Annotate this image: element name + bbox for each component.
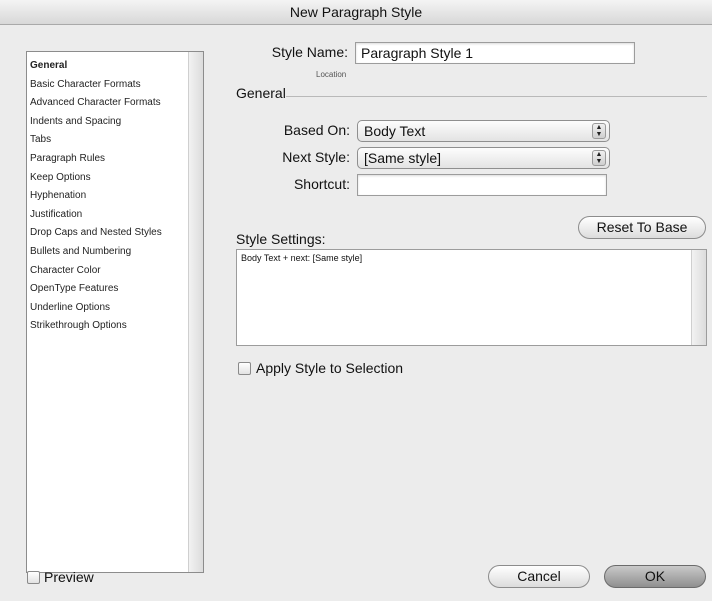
sidebar-item[interactable]: Indents and Spacing <box>30 113 203 132</box>
cancel-button[interactable]: Cancel <box>488 565 590 588</box>
sidebar-item[interactable]: Underline Options <box>30 299 203 318</box>
style-settings-text: Body Text + next: [Same style] <box>241 253 363 263</box>
category-list[interactable]: General Basic Character Formats Advanced C… <box>26 51 204 573</box>
next-style-value: [Same style] <box>364 150 442 166</box>
category-list-items: General Basic Character Formats Advanced C… <box>27 52 203 336</box>
based-on-label: Based On: <box>283 122 350 138</box>
apply-style-label: Apply Style to Selection <box>256 360 404 376</box>
window-titlebar: New Paragraph Style <box>0 0 712 25</box>
reset-to-base-button[interactable]: Reset To Base <box>578 216 706 239</box>
section-title: General <box>236 85 286 101</box>
select-arrows-icon: ▲ ▼ <box>592 123 606 139</box>
sidebar-item[interactable]: OpenType Features <box>30 280 203 299</box>
section-divider <box>286 96 707 97</box>
style-settings-scrollbar[interactable] <box>691 250 706 345</box>
category-list-scrollbar[interactable] <box>188 52 203 572</box>
sidebar-item[interactable]: Character Color <box>30 262 203 281</box>
preview-checkbox[interactable] <box>27 571 40 584</box>
shortcut-label: Shortcut: <box>293 176 350 192</box>
sidebar-item[interactable]: Tabs <box>30 131 203 150</box>
next-style-select[interactable]: [Same style] ▲ ▼ <box>357 147 610 169</box>
sidebar-item[interactable]: Advanced Character Formats <box>30 94 203 113</box>
based-on-select[interactable]: Body Text ▲ ▼ <box>357 120 610 142</box>
sidebar-item[interactable]: Basic Character Formats <box>30 76 203 95</box>
select-arrows-icon: ▲ ▼ <box>592 150 606 166</box>
style-settings-label: Style Settings: <box>236 231 326 247</box>
style-name-input[interactable]: Paragraph Style 1 <box>355 42 635 64</box>
sidebar-item[interactable]: General <box>30 57 203 76</box>
sidebar-item[interactable]: Hyphenation <box>30 187 203 206</box>
sidebar-item[interactable]: Justification <box>30 206 203 225</box>
preview-label: Preview <box>44 569 94 585</box>
next-style-label: Next Style: <box>282 149 350 165</box>
window-title: New Paragraph Style <box>289 4 423 20</box>
style-name-label: Style Name: <box>271 44 348 60</box>
sidebar-item[interactable]: Bullets and Numbering <box>30 243 203 262</box>
based-on-value: Body Text <box>364 123 426 139</box>
sidebar-item[interactable]: Keep Options <box>30 169 203 188</box>
apply-style-checkbox[interactable] <box>238 362 251 375</box>
ok-button[interactable]: OK <box>604 565 706 588</box>
shortcut-input[interactable] <box>357 174 607 196</box>
location-label: Location <box>316 70 347 79</box>
sidebar-item[interactable]: Strikethrough Options <box>30 317 203 336</box>
sidebar-item[interactable]: Paragraph Rules <box>30 150 203 169</box>
sidebar-item[interactable]: Drop Caps and Nested Styles <box>30 224 203 243</box>
style-settings-box[interactable]: Body Text + next: [Same style] <box>236 249 707 346</box>
